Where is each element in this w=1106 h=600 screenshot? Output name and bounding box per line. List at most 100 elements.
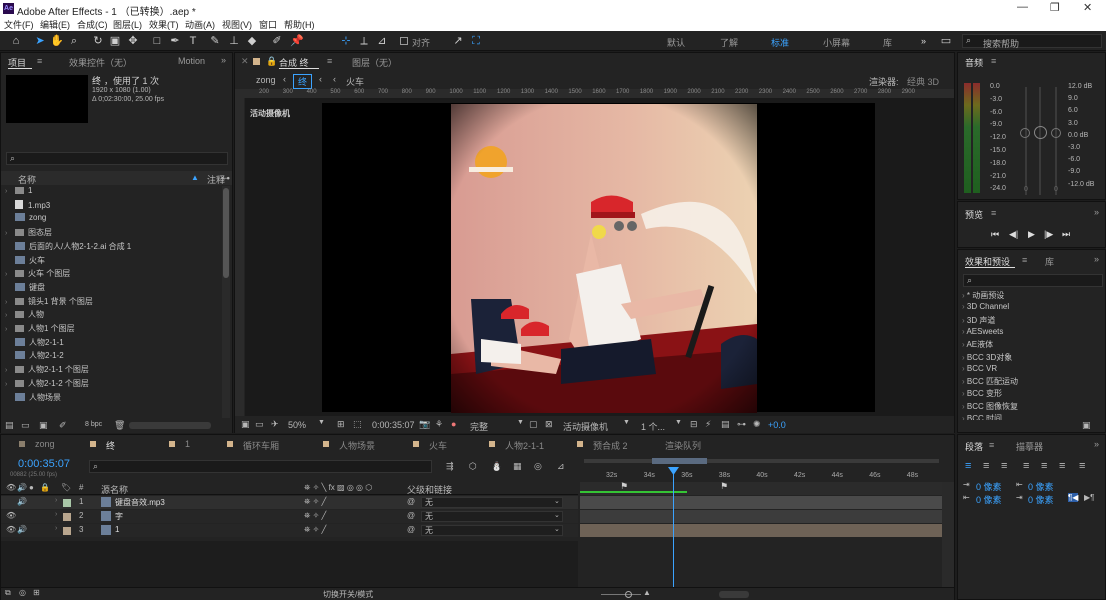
audio-speaker-icon[interactable]: 🔊 — [17, 497, 27, 506]
project-list-item[interactable]: 键盘 — [1, 282, 45, 295]
tab-audio[interactable]: 音频 — [965, 56, 983, 69]
timeline-tab[interactable]: 预合成 2 — [593, 439, 628, 452]
tab-effect-controls[interactable]: 效果控件（无） — [69, 56, 132, 69]
effects-category[interactable]: › BCC 变形 — [962, 388, 1002, 401]
chevron-down-icon[interactable]: ▼ — [675, 419, 682, 426]
timeline-tab[interactable]: zong — [35, 439, 55, 449]
menu-help[interactable]: 帮助(H) — [284, 18, 315, 31]
level-knob-center[interactable] — [1034, 126, 1047, 139]
maximize-icon[interactable]: ❐ — [1050, 1, 1060, 14]
snap-icon[interactable]: ↗ — [451, 34, 465, 48]
views-layout-select[interactable]: 1 个... — [641, 420, 665, 433]
menu-edit[interactable]: 编辑(E) — [40, 18, 70, 31]
time-navigator-range[interactable] — [652, 458, 707, 464]
level-slider-track-center[interactable] — [1039, 87, 1041, 195]
rectangle-tool-icon[interactable]: □ — [150, 34, 164, 48]
justify-left-icon[interactable]: ≡ — [1023, 460, 1029, 472]
home-icon[interactable]: ⌂ — [9, 34, 23, 48]
project-menu-icon[interactable]: ≡ — [37, 56, 42, 66]
time-ruler[interactable]: 32s 34s 36s 38s 40s 42s 44s 46s 48s — [580, 465, 942, 482]
horizontal-scrollbar[interactable] — [719, 591, 749, 598]
col-parent-link[interactable]: 父级和链接 — [407, 483, 452, 496]
project-list-item[interactable]: 火车 — [1, 255, 45, 268]
audio-switch-icon[interactable]: 🔊 — [17, 483, 27, 492]
project-list-item[interactable]: › 镜头1 背景 个图层 — [1, 296, 93, 309]
scroll-thumb[interactable] — [223, 188, 229, 278]
timeline-tab[interactable]: 终 — [106, 439, 115, 452]
align-left-icon[interactable]: ≡ — [965, 460, 971, 472]
in-out-panes-icon[interactable]: ⊞ — [33, 588, 40, 597]
effects-category[interactable]: › BCC VR — [962, 364, 997, 377]
close-tab-icon[interactable]: ✕ — [241, 56, 249, 67]
layer-row[interactable]: 🔊 › 1 键盘音效.mp3 ⛯ ✧ ╱ @ 无 ⌄ — [1, 496, 578, 509]
play-icon[interactable]: ▶ — [1028, 229, 1035, 240]
audio-menu-icon[interactable]: ≡ — [991, 56, 996, 66]
close-icon[interactable]: ✕ — [1083, 1, 1092, 14]
project-list-item[interactable]: › 人物 — [1, 309, 44, 322]
help-search-input[interactable]: 搜索帮助 — [983, 37, 1019, 50]
expand-icon[interactable]: › — [5, 230, 15, 237]
effects-category[interactable]: › BCC 图像恢复 — [962, 401, 1018, 414]
expand-icon[interactable]: › — [5, 367, 15, 374]
brush-tool-icon[interactable]: ✎ — [208, 34, 222, 48]
pan-behind-tool-icon[interactable]: ✥ — [126, 34, 140, 48]
new-folder-icon[interactable]: ▭ — [21, 420, 30, 431]
zoom-in-icon[interactable]: ▲ — [643, 588, 651, 597]
project-list-item[interactable]: › 人物2-1-2 个图层 — [1, 378, 89, 391]
effects-menu-icon[interactable]: ≡ — [1022, 255, 1027, 265]
parent-select[interactable] — [421, 525, 563, 536]
project-list-item[interactable]: 人物场景 — [1, 392, 61, 405]
preview-menu-icon[interactable]: ≡ — [991, 208, 996, 218]
menu-file[interactable]: 文件(F) — [4, 18, 34, 31]
space-after-value[interactable]: 0 像素 — [1028, 493, 1054, 506]
frame-blending-icon[interactable]: ▦ — [513, 461, 522, 472]
thumbnail-size-slider[interactable] — [129, 422, 211, 429]
toggle-switches-modes[interactable]: 切换开关/模式 — [323, 589, 373, 600]
timeline-tab[interactable]: 人物场景 — [339, 439, 375, 452]
project-list-item[interactable]: › 人物2-1-1 个图层 — [1, 364, 89, 377]
workspace-small-screen[interactable]: 小屏幕 — [823, 36, 850, 49]
view-select[interactable]: 活动摄像机 — [563, 420, 608, 433]
project-list-item[interactable]: 1.mp3 — [1, 199, 50, 213]
panel-overflow-icon[interactable]: » — [1094, 207, 1099, 217]
chevron-down-icon[interactable]: ▼ — [318, 419, 325, 426]
safe-zones-icon[interactable]: ⊞ — [337, 419, 345, 430]
crumb-train[interactable]: 火车 — [346, 75, 364, 88]
zoom-tool-icon[interactable]: ⌕ — [67, 34, 81, 48]
marker-icon[interactable]: ⚑ — [720, 481, 728, 492]
current-time[interactable]: 0:00:35:07 — [372, 420, 415, 430]
next-frame-icon[interactable]: |▶ — [1044, 229, 1053, 240]
preview-mode-icon[interactable]: ✈ — [271, 419, 279, 430]
expand-icon[interactable]: › — [55, 511, 57, 518]
panel-overflow-icon[interactable]: » — [1094, 254, 1099, 264]
show-snapshot-icon[interactable]: ⚘ — [435, 419, 443, 430]
expand-icon[interactable]: › — [5, 271, 15, 278]
clone-stamp-tool-icon[interactable]: ⊥ — [227, 34, 241, 48]
exposure-value[interactable]: +0.0 — [768, 420, 786, 430]
ltr-direction-icon[interactable]: ¶◀ — [1068, 493, 1079, 502]
layer-switches-icon[interactable]: ⧉ — [5, 588, 11, 598]
effects-category[interactable]: › 3D 声道 — [962, 315, 995, 328]
world-axis-icon[interactable]: ⟂ — [357, 34, 371, 48]
indent-left-value[interactable]: 0 像素 — [976, 480, 1002, 493]
parent-select[interactable] — [421, 511, 563, 522]
chevron-down-icon[interactable]: ⌄ — [554, 525, 560, 533]
project-list-item[interactable]: › 火车 个图层 — [1, 268, 70, 281]
effects-category[interactable]: › AE液体 — [962, 339, 993, 352]
color-channel-icon[interactable]: ● — [451, 419, 456, 429]
menu-window[interactable]: 窗口 — [259, 18, 277, 31]
motion-blur-icon[interactable]: ◎ — [534, 461, 542, 472]
effects-category[interactable]: › 3D Channel — [962, 302, 1009, 315]
menu-animation[interactable]: 动画(A) — [185, 18, 215, 31]
effects-category[interactable]: › BCC 3D对象 — [962, 352, 1012, 365]
effects-search-input[interactable]: ⌕ — [963, 274, 1103, 287]
label-icon[interactable]: 🏷 — [61, 483, 71, 492]
work-area-bar[interactable]: ⚑ ⚑ — [580, 481, 942, 495]
camera-tool-icon[interactable]: ▣ — [108, 34, 122, 48]
align-right-icon[interactable]: ≡ — [1001, 460, 1007, 472]
always-preview-icon[interactable]: ▣ — [241, 419, 250, 430]
expand-icon[interactable]: › — [55, 497, 57, 504]
work-area-track[interactable] — [584, 459, 939, 463]
chevron-down-icon[interactable]: ⌄ — [554, 497, 560, 505]
fast-previews-icon[interactable]: ⚡ — [705, 419, 711, 430]
